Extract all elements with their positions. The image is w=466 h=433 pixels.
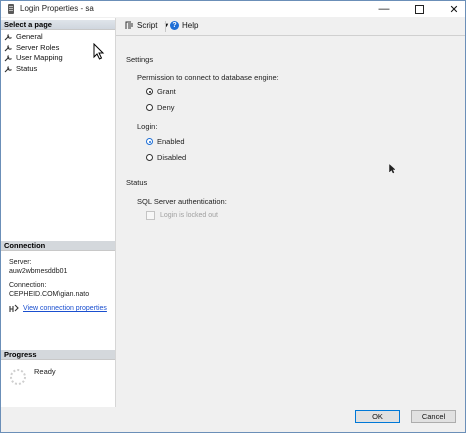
help-icon: ? — [170, 21, 179, 30]
right-pane: Script ▼ ? Help Settings Permission to c… — [116, 18, 465, 407]
connection-header: Connection — [1, 241, 115, 251]
toolbar: Script ▼ ? Help — [116, 18, 465, 36]
page-item-server-roles[interactable]: Server Roles — [4, 43, 63, 54]
radio-unselected-icon — [146, 104, 153, 111]
deny-label: Deny — [157, 103, 175, 112]
script-button[interactable]: Script ▼ — [125, 21, 169, 30]
page-label: General — [16, 32, 43, 41]
script-label: Script — [137, 21, 158, 30]
status-header: Status — [126, 178, 148, 187]
script-icon — [125, 21, 133, 29]
page-list: General Server Roles User Mapping Status — [4, 32, 63, 74]
help-button[interactable]: ? Help — [170, 21, 198, 30]
permission-label: Permission to connect to database engine… — [137, 73, 279, 82]
wrench-icon — [4, 65, 13, 73]
help-label: Help — [182, 21, 199, 30]
disabled-radio[interactable]: Disabled — [146, 153, 186, 162]
minimize-button[interactable]: — — [367, 1, 401, 17]
view-connection-properties-label: View connection properties — [23, 305, 107, 312]
radio-selected-icon — [146, 138, 153, 145]
enabled-radio[interactable]: Enabled — [146, 137, 185, 146]
cancel-button[interactable]: Cancel — [411, 410, 456, 423]
radio-unselected-icon — [146, 154, 153, 161]
connection-info: Connection: CEPHEID.COM\gian.nato — [9, 281, 89, 299]
progress-status: Ready — [34, 367, 56, 376]
left-pane: Select a page General Server Roles User … — [1, 18, 116, 407]
minimize-icon: — — [378, 3, 390, 15]
login-locked-out-checkbox[interactable]: Login is locked out — [146, 211, 218, 220]
grant-label: Grant — [157, 87, 176, 96]
page-item-user-mapping[interactable]: User Mapping — [4, 53, 63, 64]
close-button[interactable]: ✕ — [437, 1, 466, 17]
connection-label: Connection: — [9, 282, 47, 289]
progress-spinner-icon — [10, 369, 26, 385]
deny-radio[interactable]: Deny — [146, 103, 175, 112]
wrench-icon — [4, 44, 13, 52]
wrench-icon — [4, 54, 13, 62]
radio-selected-icon — [146, 88, 153, 95]
page-label: User Mapping — [16, 53, 63, 62]
progress-header: Progress — [1, 350, 115, 360]
select-page-header: Select a page — [1, 20, 115, 30]
ok-button[interactable]: OK — [355, 410, 400, 423]
locked-out-label: Login is locked out — [160, 212, 218, 219]
mouse-cursor-icon — [93, 43, 105, 60]
view-connection-properties-link[interactable]: View connection properties — [9, 304, 107, 313]
title-bar: Login Properties - sa — ✕ — [1, 1, 465, 17]
grant-radio[interactable]: Grant — [146, 87, 176, 96]
mouse-cursor-icon — [389, 164, 396, 174]
login-label: Login: — [137, 122, 158, 131]
close-icon: ✕ — [449, 3, 459, 16]
page-label: Server Roles — [16, 42, 60, 52]
connection-properties-icon — [9, 304, 19, 312]
page-item-general[interactable]: General — [4, 32, 63, 43]
window-title: Login Properties - sa — [20, 4, 94, 13]
enabled-label: Enabled — [157, 137, 185, 146]
dialog-button-bar: OK Cancel — [1, 407, 465, 432]
maximize-icon — [414, 4, 424, 14]
app-icon — [8, 4, 14, 14]
login-properties-window: Login Properties - sa — ✕ Select a page … — [0, 0, 466, 433]
checkbox-icon — [146, 211, 155, 220]
sql-auth-label: SQL Server authentication: — [137, 197, 227, 206]
settings-header: Settings — [126, 55, 154, 64]
connection-value: CEPHEID.COM\gian.nato — [9, 291, 90, 298]
page-label: Status — [16, 63, 38, 73]
toolbar-divider — [165, 21, 166, 32]
server-label: Server: — [9, 259, 32, 266]
server-value: auw2wbmesddb01 — [9, 268, 68, 275]
wrench-icon — [4, 33, 13, 41]
page-item-status[interactable]: Status — [4, 64, 63, 75]
server-info: Server: auw2wbmesddb01 — [9, 258, 67, 276]
disabled-label: Disabled — [157, 153, 187, 162]
maximize-button[interactable] — [402, 1, 436, 17]
